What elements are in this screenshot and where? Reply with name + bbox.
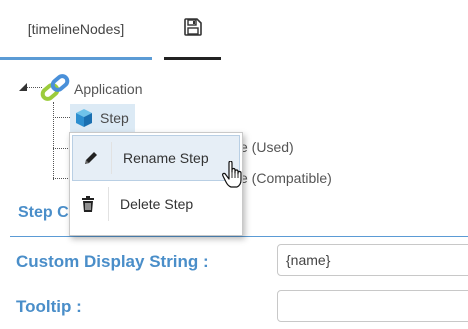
- menu-item-rename-step-label: Rename Step: [123, 150, 209, 166]
- tab-save[interactable]: [164, 0, 221, 60]
- save-icon: [183, 18, 202, 36]
- tree-node-compatible-label[interactable]: e (Compatible): [240, 170, 332, 186]
- custom-display-string-input[interactable]: [277, 244, 468, 276]
- custom-display-string-label: Custom Display String :: [16, 252, 209, 271]
- tab-timeline-nodes[interactable]: [timelineNodes]: [0, 0, 152, 60]
- menu-item-rename-step[interactable]: Rename Step: [72, 135, 240, 181]
- menu-icon-separator: [111, 142, 112, 174]
- tooltip-input[interactable]: [277, 290, 468, 322]
- collapse-triangle-icon[interactable]: [18, 82, 28, 92]
- section-divider: [10, 236, 468, 237]
- section-title: Step C: [18, 204, 69, 221]
- chain-link-icon: [40, 74, 70, 101]
- pencil-icon: [85, 152, 97, 164]
- active-tab-indicator: [0, 57, 152, 60]
- tab-bar: [timelineNodes]: [0, 0, 468, 60]
- tree-connector: [53, 117, 70, 118]
- tree-connector: [53, 148, 70, 149]
- tree-node-step-label: Step: [100, 110, 129, 126]
- menu-item-delete-step[interactable]: Delete Step: [70, 181, 242, 227]
- tree-connector: [53, 102, 54, 180]
- tab-timeline-nodes-label: [timelineNodes]: [27, 21, 125, 37]
- tooltip-label: Tooltip :: [16, 297, 82, 316]
- tree-node-application[interactable]: Application: [40, 74, 143, 104]
- cube-icon: [76, 109, 92, 127]
- tree-node-step[interactable]: Step: [70, 104, 135, 132]
- tree-connector: [53, 178, 70, 179]
- save-tab-indicator: [164, 57, 221, 60]
- context-menu: Rename Step Delete Step: [69, 132, 243, 236]
- tree-node-application-label: Application: [74, 81, 143, 97]
- tree-node-used-label[interactable]: e (Used): [240, 139, 294, 155]
- menu-item-delete-step-label: Delete Step: [120, 196, 194, 212]
- menu-icon-separator: [108, 187, 109, 221]
- trash-icon: [82, 196, 94, 212]
